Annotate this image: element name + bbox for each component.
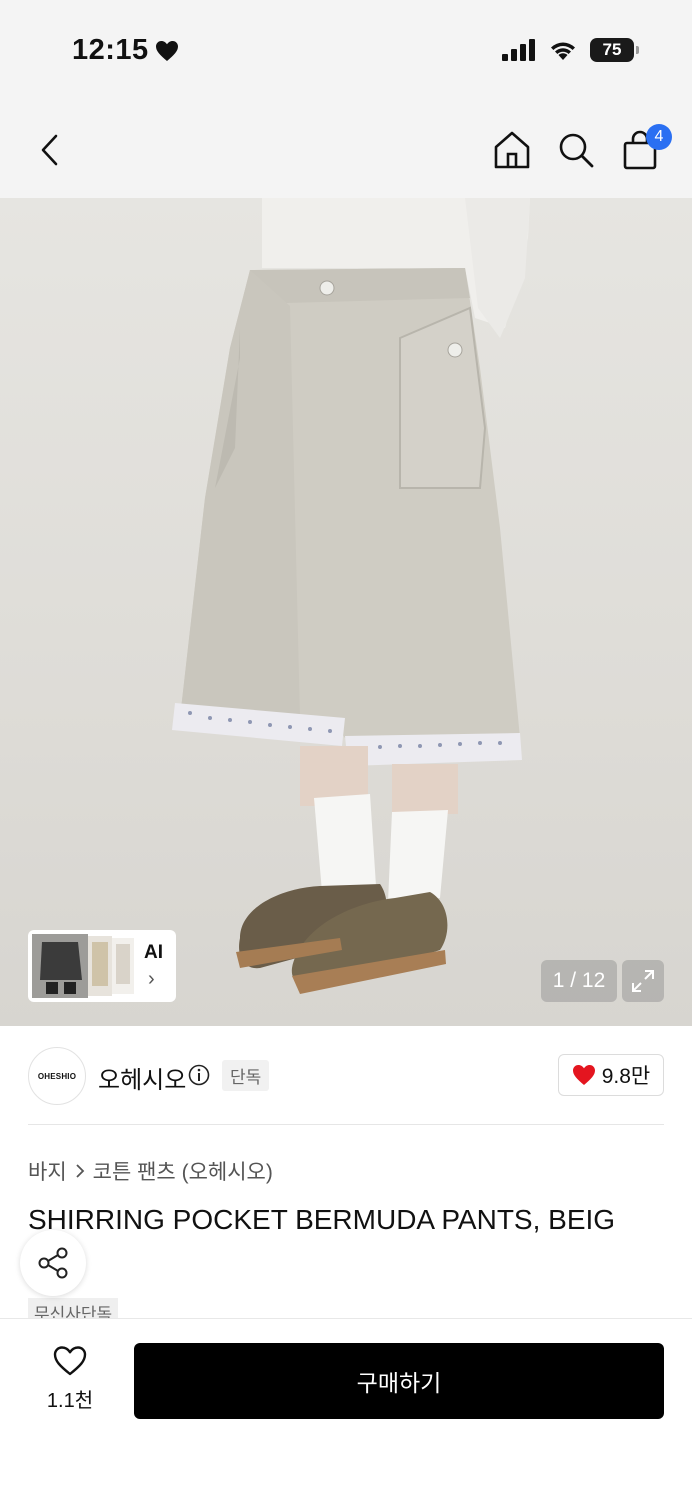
brand-logo-text: OHESHIO [37,1071,77,1081]
back-button[interactable] [28,128,72,172]
cart-button[interactable]: 4 [618,124,672,172]
breadcrumb: 바지 코튼 팬츠 (오헤시오) [28,1156,273,1186]
share-icon [38,1247,68,1279]
brand-logo[interactable]: OHESHIO [28,1047,86,1105]
ai-recommendation-button[interactable]: AI › [28,930,176,1002]
buy-button-label: 구매하기 [356,1370,442,1396]
cart-count-badge: 4 [646,124,672,150]
search-button[interactable] [554,128,598,172]
chevron-right-icon: › [148,968,155,990]
status-time: 12:15 [72,34,179,67]
back-chevron-icon [41,134,58,166]
image-counter: 1 / 12 [541,960,617,1002]
signal-icon [502,39,535,61]
buy-button[interactable]: 구매하기 [134,1343,664,1419]
image-counter-text: 1 / 12 [552,969,606,992]
home-button[interactable] [490,128,534,172]
expand-icon [632,970,654,992]
breadcrumb-category[interactable]: 바지 [28,1156,67,1186]
battery-icon: 75 [590,38,639,62]
breadcrumb-subcategory[interactable]: 코튼 팬츠 (오헤시오) [93,1156,273,1186]
status-indicators: 75 [502,38,639,62]
chevron-right-icon [76,1164,84,1178]
expand-image-button[interactable] [622,960,664,1002]
product-photo [172,198,530,994]
info-icon[interactable] [188,1064,210,1086]
brand-name[interactable]: 오헤시오 [98,1060,186,1095]
time-label: 12:15 [72,34,149,66]
heart-icon [155,40,178,61]
bottom-action-bar: 1.1천 구매하기 [0,1318,692,1501]
search-icon [559,133,594,168]
heart-outline-icon [53,1346,87,1376]
share-button[interactable] [20,1230,86,1296]
exclusive-badge: 단독 [222,1060,270,1091]
battery-level: 75 [602,40,622,59]
nav-bar: 4 [0,100,692,198]
wifi-icon [551,42,575,60]
brand-like-count: 9.8만 [601,1065,651,1088]
ai-label: AI [144,942,163,963]
product-image[interactable] [0,198,692,1026]
wishlist-count: 1.1천 [46,1390,94,1412]
wishlist-button[interactable]: 1.1천 [40,1345,100,1413]
status-bar: 12:15 75 [0,0,692,100]
brand-row: OHESHIO 오헤시오 단독 9.8만 [0,1026,692,1126]
home-icon [494,131,530,169]
product-title: SHIRRING POCKET BERMUDA PANTS, BEIG [28,1204,616,1235]
divider [28,1124,664,1125]
ai-thumbnail-image [32,934,134,998]
brand-like-button[interactable]: 9.8만 [558,1054,664,1096]
heart-filled-icon [572,1065,595,1085]
cart-count: 4 [654,128,664,145]
